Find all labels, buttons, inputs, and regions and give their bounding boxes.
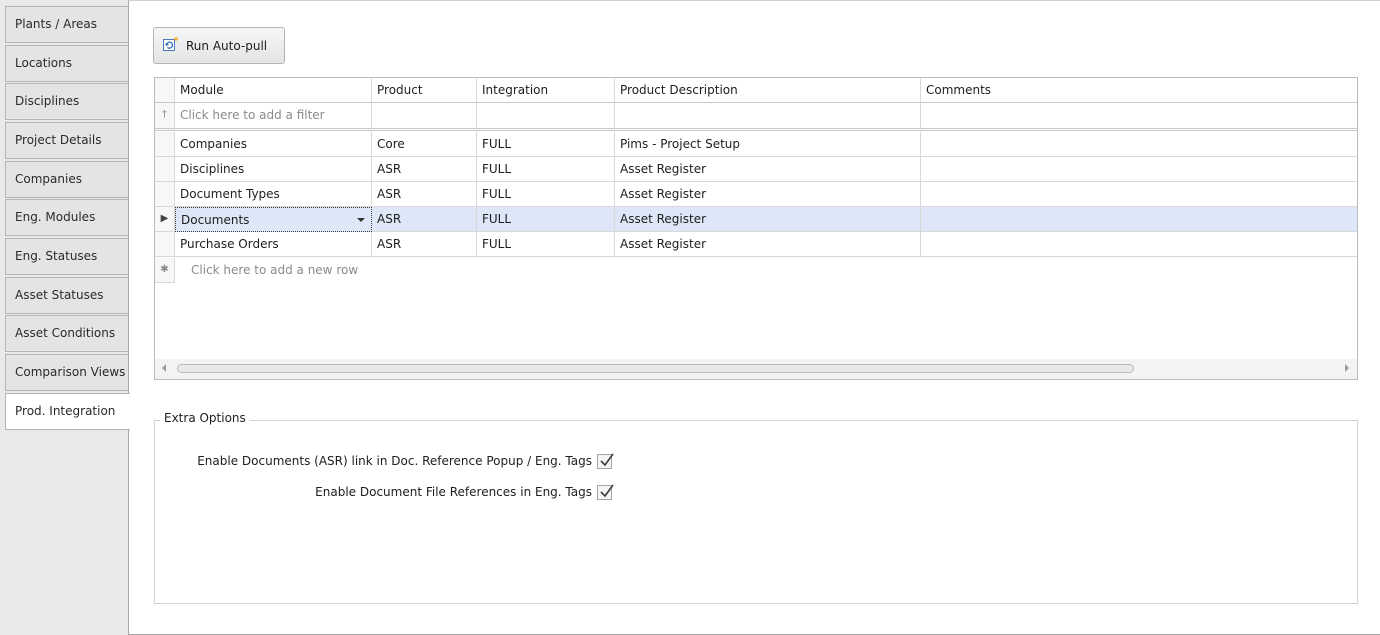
tab-comparison-views[interactable]: Comparison Views xyxy=(5,354,129,391)
table-row-selected[interactable]: ▶ Documents ASR FULL Asset Register xyxy=(155,207,1357,232)
dropdown-arrow-icon[interactable] xyxy=(357,218,365,222)
tab-project-details[interactable]: Project Details xyxy=(5,122,129,159)
run-auto-pull-label: Run Auto-pull xyxy=(186,38,268,53)
cell-product-description[interactable]: Asset Register xyxy=(615,207,921,232)
cell-integration[interactable]: FULL xyxy=(477,157,615,182)
horizontal-scrollbar[interactable] xyxy=(155,359,1357,379)
tab-prod-integration[interactable]: Prod. Integration xyxy=(5,393,130,430)
cell-comments[interactable] xyxy=(921,207,1357,232)
vertical-tab-strip: Plants / Areas Locations Disciplines Pro… xyxy=(0,0,130,635)
row-indicator[interactable] xyxy=(155,157,175,182)
option-label: Enable Documents (ASR) link in Doc. Refe… xyxy=(197,454,592,468)
filter-cell-product-description[interactable] xyxy=(615,103,921,131)
row-indicator[interactable] xyxy=(155,232,175,257)
cell-comments[interactable] xyxy=(921,232,1357,257)
integration-grid[interactable]: Module Product Integration Product Descr… xyxy=(154,77,1358,380)
current-row-arrow-icon[interactable]: ▶ xyxy=(155,207,175,232)
cell-module[interactable]: Companies xyxy=(175,132,372,157)
extra-options-group xyxy=(154,420,1358,604)
cell-module[interactable]: Purchase Orders xyxy=(175,232,372,257)
row-indicator[interactable] xyxy=(155,182,175,207)
tab-disciplines[interactable]: Disciplines xyxy=(5,83,129,120)
tab-asset-conditions[interactable]: Asset Conditions xyxy=(5,315,129,352)
column-header-product[interactable]: Product xyxy=(372,78,477,103)
cell-product-description[interactable]: Asset Register xyxy=(615,182,921,207)
table-row[interactable]: Document Types ASR FULL Asset Register xyxy=(155,182,1357,207)
grid-header-row: Module Product Integration Product Descr… xyxy=(155,78,1357,103)
filter-cell-comments[interactable] xyxy=(921,103,1357,131)
tab-eng-modules[interactable]: Eng. Modules xyxy=(5,199,129,236)
checkmark-icon xyxy=(600,484,614,497)
column-header-product-description[interactable]: Product Description xyxy=(615,78,921,103)
filter-pin-icon: † xyxy=(155,103,175,131)
cell-comments[interactable] xyxy=(921,132,1357,157)
cell-module[interactable]: Document Types xyxy=(175,182,372,207)
new-row[interactable]: ✱ Click here to add a new row xyxy=(155,258,1357,283)
cell-product[interactable]: ASR xyxy=(372,157,477,182)
window: Plants / Areas Locations Disciplines Pro… xyxy=(0,0,1380,635)
scroll-left-arrow-icon[interactable] xyxy=(162,364,166,372)
option-enable-documents-link[interactable]: Enable Documents (ASR) link in Doc. Refe… xyxy=(197,451,614,471)
checkmark-icon xyxy=(600,453,614,466)
checkbox-enable-document-file-references[interactable] xyxy=(597,484,614,500)
filter-cell-module[interactable]: Click here to add a filter xyxy=(175,103,372,131)
column-header-comments[interactable]: Comments xyxy=(921,78,1357,103)
option-label: Enable Document File References in Eng. … xyxy=(315,485,592,499)
checkbox-enable-documents-link[interactable] xyxy=(597,453,614,469)
cell-product[interactable]: ASR xyxy=(372,182,477,207)
cell-product-description[interactable]: Asset Register xyxy=(615,157,921,182)
cell-integration[interactable]: FULL xyxy=(477,232,615,257)
scroll-right-arrow-icon[interactable] xyxy=(1345,364,1349,372)
cell-integration[interactable]: FULL xyxy=(477,182,615,207)
cell-module[interactable]: Disciplines xyxy=(175,157,372,182)
filter-row[interactable]: † Click here to add a filter xyxy=(155,103,1357,131)
tab-companies[interactable]: Companies xyxy=(5,161,129,198)
cell-comments[interactable] xyxy=(921,182,1357,207)
tab-plants-areas[interactable]: Plants / Areas xyxy=(5,6,129,43)
cell-module-value: Documents xyxy=(181,213,250,227)
cell-product[interactable]: ASR xyxy=(372,207,477,232)
option-enable-document-file-references[interactable]: Enable Document File References in Eng. … xyxy=(315,482,614,502)
refresh-sparkle-icon xyxy=(162,35,180,56)
tab-asset-statuses[interactable]: Asset Statuses xyxy=(5,277,129,314)
table-row[interactable]: Companies Core FULL Pims - Project Setup xyxy=(155,132,1357,157)
scrollbar-thumb[interactable] xyxy=(177,364,1134,373)
tab-locations[interactable]: Locations xyxy=(5,45,129,82)
cell-product[interactable]: ASR xyxy=(372,232,477,257)
table-row[interactable]: Disciplines ASR FULL Asset Register xyxy=(155,157,1357,182)
header-indicator-cell xyxy=(155,78,175,103)
tab-eng-statuses[interactable]: Eng. Statuses xyxy=(5,238,129,275)
cell-product-description[interactable]: Asset Register xyxy=(615,232,921,257)
extra-options-title: Extra Options xyxy=(160,411,250,425)
cell-comments[interactable] xyxy=(921,157,1357,182)
column-header-module[interactable]: Module xyxy=(175,78,372,103)
filter-cell-integration[interactable] xyxy=(477,103,615,131)
column-header-integration[interactable]: Integration xyxy=(477,78,615,103)
cell-product-description[interactable]: Pims - Project Setup xyxy=(615,132,921,157)
row-indicator[interactable] xyxy=(155,132,175,157)
cell-product[interactable]: Core xyxy=(372,132,477,157)
run-auto-pull-button[interactable]: Run Auto-pull xyxy=(153,27,285,64)
cell-module-editor[interactable]: Documents xyxy=(175,207,372,232)
new-row-asterisk-icon: ✱ xyxy=(155,258,175,283)
cell-integration[interactable]: FULL xyxy=(477,132,615,157)
filter-cell-product[interactable] xyxy=(372,103,477,131)
table-row[interactable]: Purchase Orders ASR FULL Asset Register xyxy=(155,232,1357,257)
cell-integration[interactable]: FULL xyxy=(477,207,615,232)
new-row-placeholder[interactable]: Click here to add a new row xyxy=(175,258,775,283)
